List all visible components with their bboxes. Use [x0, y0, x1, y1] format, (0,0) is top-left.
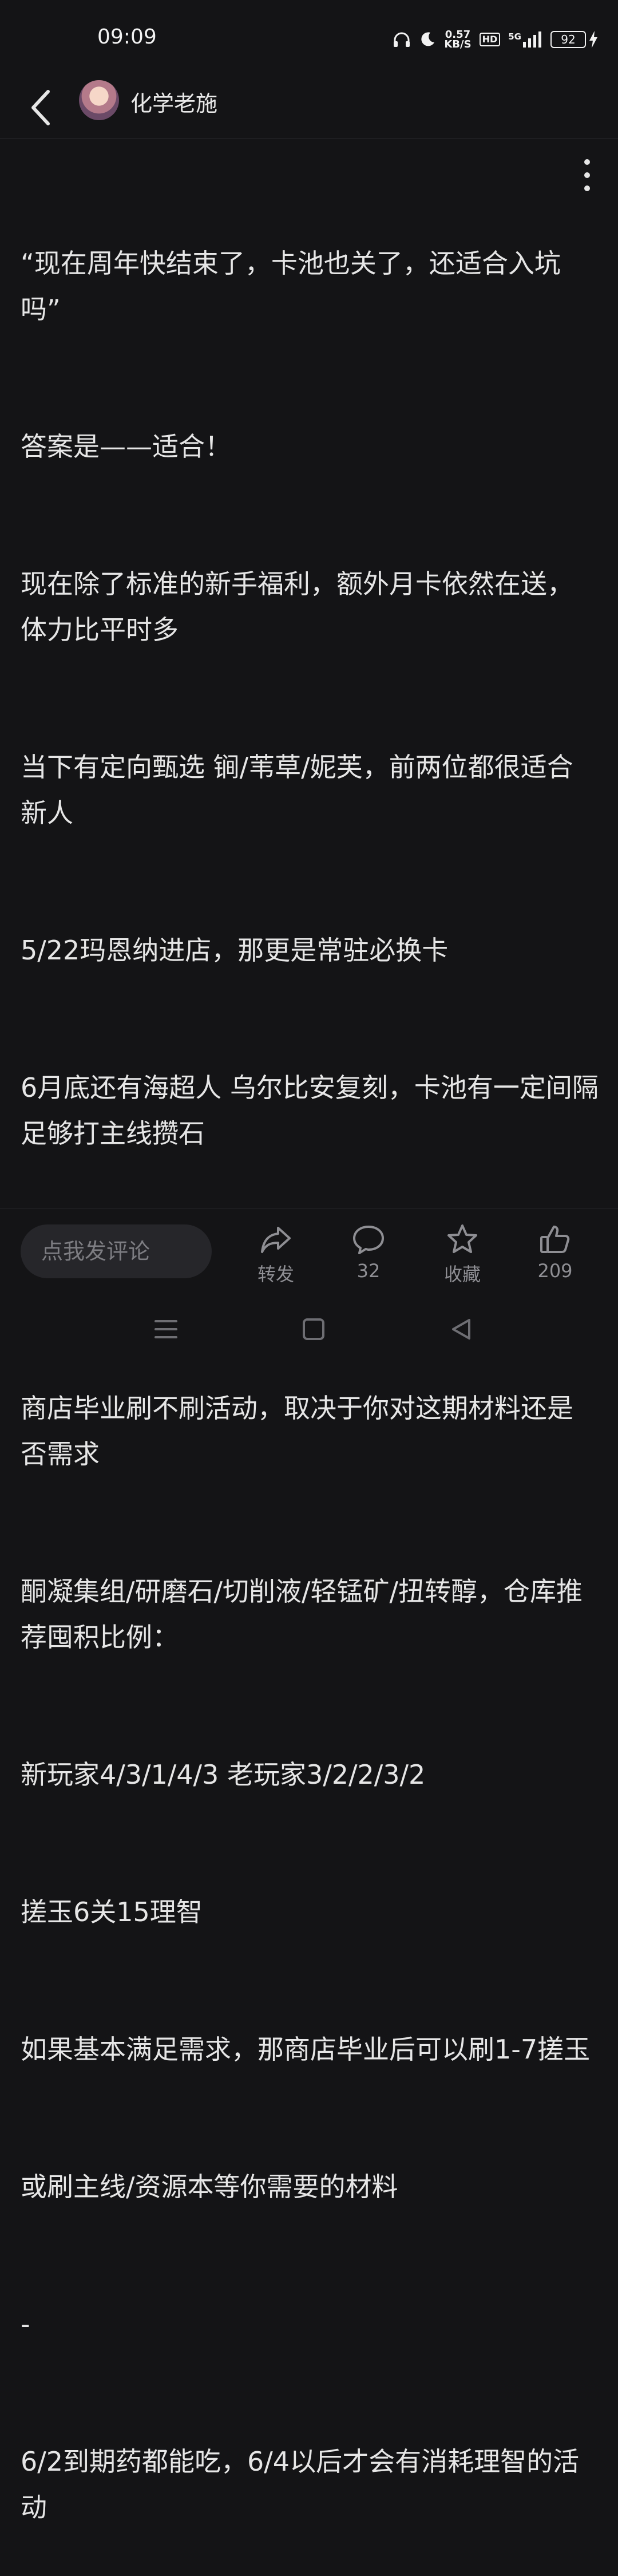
thumbs-up-icon: [540, 1226, 570, 1253]
content-line: -: [21, 2309, 30, 2340]
like-count: 209: [537, 1260, 573, 1282]
share-icon: [261, 1227, 291, 1253]
like-button[interactable]: 209: [521, 1222, 589, 1282]
star-icon: [447, 1224, 477, 1253]
hd-badge: HD: [479, 33, 501, 46]
favorite-button[interactable]: 收藏: [428, 1222, 497, 1286]
content-line: 5/22玛恩纳进店，那更是常驻必换卡: [21, 935, 449, 966]
author-name[interactable]: 化学老施: [130, 86, 217, 117]
content-line: 酮凝集组/研磨石/切削液/轻锰矿/扭转醇，仓库推荐囤积比例：: [21, 1576, 583, 1653]
author-avatar[interactable]: [79, 80, 119, 120]
signal-bars-icon: [523, 31, 541, 48]
charging-icon: [589, 31, 597, 48]
share-label: 转发: [257, 1263, 294, 1285]
content-line: 新玩家4/3/1/4/3 老玩家3/2/2/3/2: [21, 1759, 426, 1790]
headphone-icon: [394, 32, 410, 47]
share-button[interactable]: 转发: [241, 1222, 310, 1286]
content-line: 如果基本满足需求，那商店毕业后可以刷1-7搓玉: [21, 2034, 591, 2065]
content-line: 或刷主线/资源本等你需要的材料: [21, 2171, 398, 2202]
content-line: 搓玉6关15理智: [21, 1897, 203, 1927]
signal-indicator: 5G: [508, 31, 542, 48]
content-line: 6/2到期药都能吃，6/4以后才会有消耗理智的活动: [21, 2446, 580, 2523]
back-nav-icon[interactable]: [449, 1317, 474, 1342]
content-line: 现在除了标准的新手福利，额外月卡依然在送，体力比平时多: [21, 568, 573, 645]
comment-icon: [353, 1226, 384, 1254]
comment-count: 32: [356, 1260, 381, 1282]
back-icon[interactable]: [25, 85, 57, 131]
favorite-label: 收藏: [443, 1263, 481, 1285]
moon-icon: [421, 32, 435, 46]
comment-input[interactable]: 点我发评论: [21, 1224, 212, 1278]
network-type: 5G: [508, 31, 521, 42]
content-line: 当下有定向甄选 锏/苇草/妮芙，前两位都很适合新人: [21, 752, 573, 828]
content-line: 6月底还有海超人 乌尔比安复刻，卡池有一定间隔足够打主线攒石: [21, 1072, 599, 1149]
battery-level: 92: [550, 31, 586, 48]
content-line: 商店毕业刷不刷活动，取决于你对这期材料还是否需求: [21, 1393, 573, 1469]
comment-button[interactable]: 32: [334, 1222, 403, 1282]
system-nav-bar: [0, 1294, 618, 1374]
status-icons: 0.57 KB/S HD 5G 92: [393, 25, 599, 54]
home-icon[interactable]: [301, 1317, 326, 1342]
status-time: 09:09: [97, 25, 157, 49]
net-speed-unit: KB/S: [444, 38, 472, 50]
battery-indicator: 92: [550, 31, 599, 48]
net-speed: 0.57 KB/S: [444, 30, 472, 50]
menu-icon[interactable]: [153, 1317, 179, 1342]
content-line: “现在周年快结束了，卡池也关了，还适合入坑吗”: [21, 248, 561, 325]
content-line: 答案是——适合！: [21, 431, 231, 462]
bottom-action-bar: 点我发评论 转发 32 收藏 209: [0, 1208, 618, 1294]
status-bar: 09:09 0.57 KB/S HD 5G 92: [0, 0, 618, 74]
